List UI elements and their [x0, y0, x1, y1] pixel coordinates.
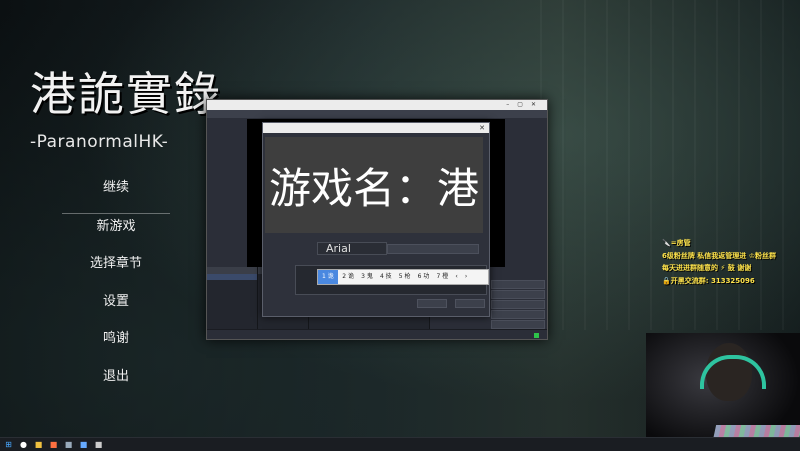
cancel-button[interactable]: [455, 299, 485, 308]
scene-row[interactable]: [207, 280, 257, 286]
ime-candidate[interactable]: 7 橙: [434, 270, 451, 284]
menu-credits[interactable]: 鸣谢: [62, 326, 170, 364]
settings-button[interactable]: [491, 320, 545, 329]
overlay-line: 6级粉丝牌 私信我返管理进 ♔粉丝群: [662, 251, 777, 260]
taskbar-app-icon[interactable]: ■: [94, 440, 103, 449]
taskbar-app-icon[interactable]: ●: [19, 440, 28, 449]
ime-candidate[interactable]: 1 诡: [318, 270, 338, 284]
windows-start-icon[interactable]: ⊞: [4, 440, 13, 449]
taskbar-app-icon[interactable]: ■: [49, 440, 58, 449]
ime-next-icon[interactable]: ›: [462, 270, 470, 284]
menu-settings[interactable]: 设置: [62, 289, 170, 327]
game-title-en: -ParanormalHK-: [30, 132, 169, 152]
ok-button[interactable]: [416, 299, 447, 308]
close-icon[interactable]: ✕: [479, 123, 485, 133]
obs-statusbar: [207, 329, 547, 339]
stream-overlay-text: 🔪=房管 6级粉丝牌 私信我返管理进 ♔粉丝群 每天进进群随意的 ⚡ 鼓 谢谢 …: [662, 237, 800, 287]
virtual-camera-button[interactable]: [491, 300, 545, 309]
overlay-qq-number: 313325096: [710, 276, 755, 285]
select-font-button[interactable]: [387, 244, 479, 254]
taskbar-app-icon[interactable]: ■: [64, 440, 73, 449]
ime-candidate[interactable]: 4 技: [377, 270, 394, 284]
menu-continue[interactable]: 继续: [62, 175, 170, 214]
ime-candidate[interactable]: 2 诡: [340, 270, 357, 284]
overlay-line: 🔪=房管: [662, 239, 691, 247]
main-menu: 继续 新游戏 选择章节 设置 鸣谢 退出: [62, 175, 170, 401]
menu-chapter-select[interactable]: 选择章节: [62, 251, 170, 289]
menu-quit[interactable]: 退出: [62, 364, 170, 402]
ime-candidate-bar: 1 诡 2 诡 3 鬼 4 技 5 枪 6 功 7 橙 ‹ ›: [317, 269, 489, 285]
taskbar-app-icon[interactable]: ■: [34, 440, 43, 449]
start-streaming-button[interactable]: [491, 280, 545, 289]
taskbar-app-icon[interactable]: ■: [79, 440, 88, 449]
ime-candidate[interactable]: 3 鬼: [359, 270, 376, 284]
dialog-buttons: [414, 293, 485, 312]
scenes-panel[interactable]: [207, 267, 258, 329]
preview-text: 游戏名：港: [269, 164, 480, 213]
window-controls[interactable]: –▢✕: [506, 100, 544, 110]
studio-mode-button[interactable]: [491, 310, 545, 319]
recording-indicator-icon: [534, 332, 539, 338]
game-title-cjk: 港詭實錄: [30, 67, 222, 121]
overlay-line: 每天进进群随意的 ⚡ 鼓 谢谢: [662, 264, 752, 272]
obs-menubar[interactable]: [207, 110, 547, 118]
game-logo: 港詭實錄: [30, 58, 230, 124]
webcam-feed: [646, 333, 800, 450]
dialog-titlebar[interactable]: ✕: [263, 123, 489, 133]
scenes-header: [207, 267, 257, 274]
taskbar: ⊞ ● ■ ■ ■ ■ ■: [0, 437, 800, 451]
stop-recording-button[interactable]: [491, 290, 545, 299]
ime-candidate[interactable]: 6 功: [415, 270, 432, 284]
obs-titlebar[interactable]: –▢✕: [207, 100, 547, 110]
text-properties-dialog: ✕ 游戏名：港 Arial: [262, 122, 490, 317]
text-preview: 游戏名：港: [265, 137, 483, 233]
overlay-line: 🔒开黑交流群: 313325096: [662, 275, 800, 288]
ime-prev-icon[interactable]: ‹: [453, 270, 461, 284]
overlay-group-label: 🔒开黑交流群:: [662, 276, 709, 285]
menu-new-game[interactable]: 新游戏: [62, 214, 170, 252]
font-field[interactable]: Arial: [317, 242, 387, 255]
ime-candidate[interactable]: 5 枪: [396, 270, 413, 284]
